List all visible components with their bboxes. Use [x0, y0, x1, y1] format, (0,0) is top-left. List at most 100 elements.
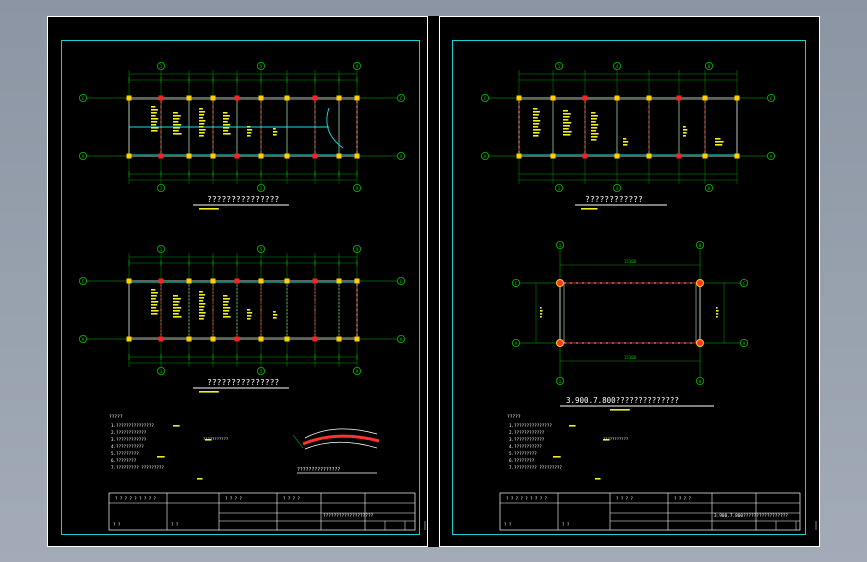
- outer-wall: [128, 280, 358, 340]
- drawing-canvas: C C A A 1 5 9 1 5 9??????????????? C C A A 1 5 9 1 5 9?????…: [79, 62, 817, 531]
- axis-bubble-top-label: 1: [160, 247, 163, 253]
- note-highlight: [157, 456, 165, 458]
- note-line: 2.????????????: [111, 430, 147, 435]
- axis-bubble-top-label: 8: [708, 64, 711, 70]
- column-corner: [696, 339, 704, 347]
- column: [284, 278, 290, 284]
- note-highlight: [569, 425, 576, 427]
- room-annotation: [151, 289, 159, 315]
- column: [158, 95, 164, 101]
- column: [258, 153, 264, 159]
- column: [646, 95, 652, 101]
- room-annotation: [223, 112, 231, 135]
- curved-wall: [326, 107, 344, 149]
- column: [312, 95, 318, 101]
- axis-bubble-C-left-label: C: [82, 279, 85, 285]
- detail-curve: [304, 441, 378, 450]
- note-line: 5.?????????: [509, 451, 537, 456]
- axis-bubble-top-label: 9: [356, 247, 359, 253]
- column: [210, 278, 216, 284]
- axis-bubble-A-left-label: A: [82, 337, 85, 343]
- axis-bubble-top-label: 4: [616, 64, 619, 70]
- plan-subtitle: [199, 208, 219, 210]
- room-annotation: [715, 138, 724, 146]
- room-annotation: [591, 112, 599, 141]
- room-annotation: [223, 295, 231, 318]
- note-line: 5.?????????: [111, 451, 139, 456]
- column: [210, 336, 216, 342]
- column: [582, 153, 588, 159]
- room-annotation: [273, 311, 278, 319]
- axis-bubble-C-right-label: C: [400, 279, 403, 285]
- notes-heading: ?????: [507, 414, 521, 420]
- plan-subtitle: [610, 409, 630, 411]
- dimension-text-vertical: [540, 307, 543, 318]
- column: [550, 95, 556, 101]
- axis-bubble-A-right-label: A: [400, 154, 403, 160]
- column: [336, 336, 342, 342]
- axis-bubble-A-left-label: A: [82, 154, 85, 160]
- column: [258, 278, 264, 284]
- note-highlight: [173, 425, 180, 427]
- axis-bubble-bottom-label: 4: [616, 186, 619, 192]
- axis-bubble-A-right-label: A: [770, 154, 773, 160]
- room-annotation: [623, 138, 629, 146]
- axis-bubble-C-left-label: C: [82, 96, 85, 102]
- column: [234, 278, 240, 284]
- room-annotation: [533, 108, 541, 137]
- axis-bubble-bottom-label: 5: [260, 186, 263, 192]
- title-block-label: ? ?: [562, 522, 570, 527]
- cad-drawing-viewport[interactable]: C C A A 1 5 9 1 5 9??????????????? C C A A 1 5 9 1 5 9?????…: [47, 16, 820, 547]
- column: [702, 153, 708, 159]
- column: [336, 153, 342, 159]
- column: [186, 278, 192, 284]
- axis-bubble-bottom-label: 5: [260, 369, 263, 375]
- axis-bubble-A-left-label: A: [484, 154, 487, 160]
- note-highlight: [553, 456, 561, 458]
- notes-heading: ?????: [109, 414, 123, 420]
- note-line: 3.????????????: [509, 437, 545, 442]
- plan-title: 3.900.7.800??????????????: [566, 396, 679, 405]
- axis-bubble-bottom-label: 8: [708, 186, 711, 192]
- axis-bubble-top-label: 1: [558, 64, 561, 70]
- room-annotation: [151, 106, 159, 132]
- title-block-project: 3.900.7.800?????????????????: [714, 513, 788, 519]
- axis-bubble-bottom-label: 8: [699, 379, 702, 385]
- title-block-label: ? ? ? ?: [616, 496, 633, 501]
- column: [210, 153, 216, 159]
- axis-bubble-C-right-label: C: [400, 96, 403, 102]
- note-side-text: ???????????: [603, 436, 628, 441]
- room-annotation: [563, 110, 572, 136]
- column-corner: [696, 279, 704, 287]
- axis-bubble-bottom-label: 1: [160, 369, 163, 375]
- frame-outline: [559, 282, 701, 344]
- column: [284, 336, 290, 342]
- room-annotation: [273, 128, 278, 136]
- axis-bubble-top-label: 8: [699, 243, 702, 249]
- room-annotation: [173, 295, 182, 318]
- title-block-label: ? ? ? ? ? ? ? ? ?: [115, 496, 157, 501]
- column: [354, 95, 360, 101]
- axis-bubble-top-label: 1: [559, 243, 562, 249]
- column: [234, 153, 240, 159]
- axis-bubble-top-label: 1: [160, 64, 163, 70]
- column: [312, 278, 318, 284]
- axis-bubble-C-left-label: C: [515, 281, 518, 287]
- dimension-text: 15300: [624, 355, 637, 360]
- axis-bubble-C-right-label: C: [770, 96, 773, 102]
- column: [312, 153, 318, 159]
- note-line: 7.????????? ?????????: [111, 465, 164, 470]
- column: [284, 95, 290, 101]
- column-corner: [556, 339, 564, 347]
- dimension-text-vertical: [716, 307, 719, 318]
- outer-wall: [518, 97, 738, 157]
- column: [676, 153, 682, 159]
- title-block-label: ? ? ? ?: [283, 496, 300, 501]
- dimension-text: 15300: [624, 259, 637, 264]
- room-annotation: [199, 291, 206, 320]
- column: [258, 336, 264, 342]
- room-annotation: [247, 126, 253, 137]
- plan-title: ???????????????: [207, 378, 279, 387]
- title-block-label: ? ? ? ?: [225, 496, 242, 501]
- plan-subtitle: [199, 391, 219, 393]
